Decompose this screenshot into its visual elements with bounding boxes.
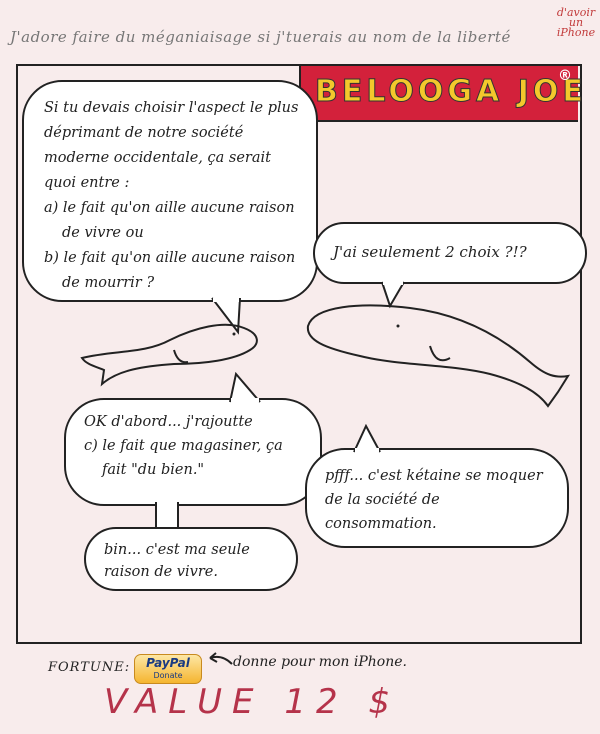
fortune-label: FORTUNE: [48,660,131,675]
registered-mark: ® [558,68,572,84]
donate-note: donne pour mon iPhone. [233,654,407,670]
whale-right-icon [306,304,571,408]
paypal-logo-text: PayPal [146,656,190,670]
speech-bubble-question: Si tu devais choisir l'aspect le plus dé… [22,80,318,302]
donate-label: Donate [153,671,183,680]
tagline-text: J'adore faire du méganiaisage si j'tuera… [10,28,511,46]
value-text: VALUE 12 $ [104,682,401,722]
speech-bubble-final: bin... c'est ma seule raison de vivre. [84,527,298,591]
logo-text: BELOOGA JOE [315,74,587,110]
option-a: a) le fait qu'on aille aucune raison de … [44,200,295,241]
speech-bubble-addon: OK d'abord... j'rajoutte c) le fait que … [64,398,322,506]
bubble-tail [229,372,261,403]
option-c: c) le fait que magasiner, ça fait "du bi… [84,438,283,478]
paypal-donate-button[interactable]: PayPal Donate [134,654,202,684]
speech-bubble-reply2: pfff... c'est kétaine se moquer de la so… [305,448,569,548]
belooga-joe-logo: BELOOGA JOE ® [299,66,583,122]
addon-line1: OK d'abord... j'rajoutte [84,414,253,430]
speech-bubble-reply1: J'ai seulement 2 choix ?!? [313,222,587,284]
iphone-note: d'avoir un iPhone [556,6,596,39]
arrow-left-icon [209,652,233,665]
option-b: b) le fait qu'on aille aucune raison de … [44,250,296,291]
question-intro: Si tu devais choisir l'aspect le plus dé… [44,100,299,191]
bubble-tail [353,424,381,453]
